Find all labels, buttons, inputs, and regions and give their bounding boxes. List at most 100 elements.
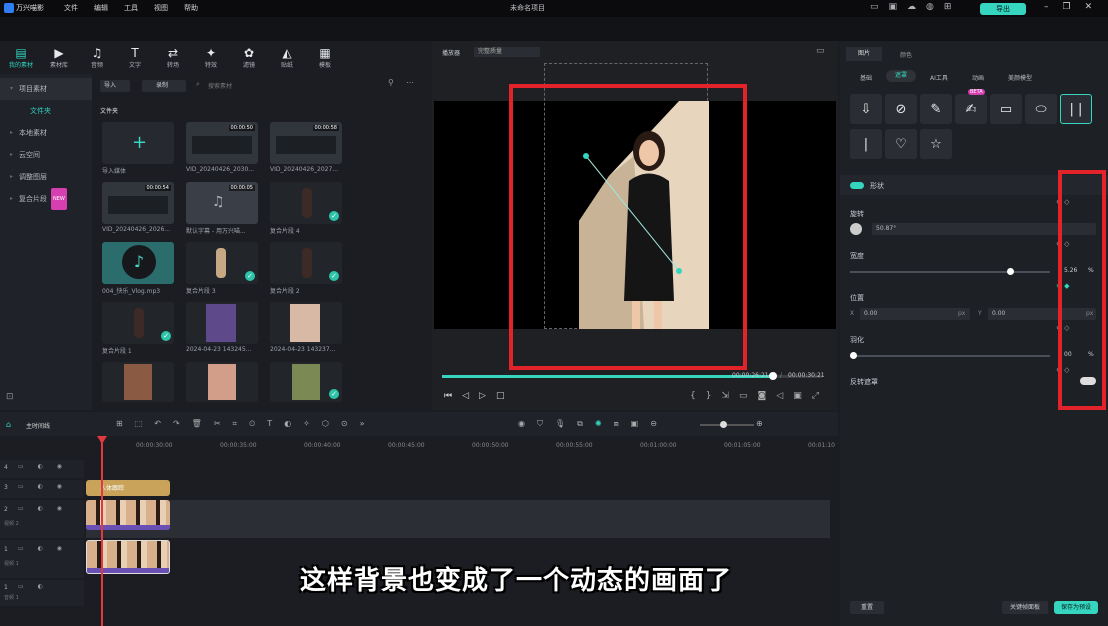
media-item[interactable] [186,362,258,402]
track-controls[interactable]: ▭ ◐ ◉ [18,483,68,490]
filter-icon[interactable]: ⚲ [388,78,394,87]
select-icon[interactable]: ⬚ [135,419,143,429]
stabilize-icon[interactable]: ⊙ [341,419,348,429]
play-icon[interactable]: ▷ [479,391,486,401]
feather-slider-handle[interactable] [850,352,857,359]
ellipse-mask-icon[interactable]: ⬭ [1025,94,1057,124]
media-item[interactable]: ✓ [270,242,342,284]
subtab-mask[interactable]: 遮罩 [886,70,916,82]
toolbar-effects[interactable]: ✦ 特效 [196,46,226,69]
line-mask-icon[interactable]: | | [1060,94,1092,124]
mark-out-icon[interactable]: } [706,391,712,401]
media-item[interactable]: ✓ [186,242,258,284]
export-button[interactable]: 导出 [980,3,1026,15]
subtab-ai[interactable]: AI工具 [930,73,948,82]
toolbar-my-media[interactable]: ▤ 我的素材 [6,46,36,69]
sidebar-item-cloud[interactable]: ▸ 云空间 [0,144,92,166]
search-input[interactable]: 搜索素材 [208,81,232,90]
toolbar-library[interactable]: ▶ 素材库 [44,46,74,69]
star-mask-icon[interactable]: ☆ [920,129,952,159]
step-back-icon[interactable]: ◁ [462,391,469,401]
snapshot-icon[interactable]: ▭ [816,46,825,56]
tab-image[interactable]: 图片 [846,47,882,61]
mask-tool-icon[interactable]: ⬡ [322,419,329,429]
toolbar-transition[interactable]: ⇄ 转场 [158,46,188,69]
mic-icon[interactable]: 🎙 [555,419,565,429]
playhead[interactable] [101,438,103,626]
timeline-ruler[interactable]: 00:00:30:00 00:00:35:00 00:00:40:00 00:0… [84,438,838,456]
main-menu[interactable]: 文件 编辑 工具 视图 帮助 [64,3,214,13]
sidebar-item-folder[interactable]: 文件夹 [0,100,92,122]
toolbar-sticker[interactable]: ◭ 贴纸 [272,46,302,69]
media-item[interactable]: 00:00:58 [270,122,342,164]
save-icon[interactable]: ▣ [889,2,898,12]
tab-color[interactable]: 颜色 [900,50,912,59]
delete-icon[interactable]: 🗑 [192,419,202,429]
record-button[interactable]: 录制 [142,80,186,92]
more-tools-icon[interactable]: » [360,419,365,429]
import-button[interactable]: 导入 [100,80,130,92]
minimize-icon[interactable]: – [1044,2,1049,12]
media-item[interactable]: ✓ [270,182,342,224]
effect-icon[interactable]: ✧ [303,419,310,429]
track-controls[interactable]: ▭ ◐ ◉ [18,505,68,512]
media-item[interactable]: 00:00:54 [102,182,174,224]
media-item[interactable]: ✓ [270,362,342,402]
ai-icon[interactable]: ✺ [595,419,602,429]
rectangle-mask-icon[interactable]: ▭ [990,94,1022,124]
sidebar-item-project-media[interactable]: ▾ 项目素材 [0,78,92,100]
toolbar-audio[interactable]: ♫ 音频 [82,46,112,69]
render-icon[interactable]: ◉ [518,419,525,429]
home-icon[interactable]: ⌂ [6,420,11,429]
width-slider-handle[interactable] [1007,268,1014,275]
fullscreen-icon[interactable]: ⤢ [812,391,819,401]
import-mask-icon[interactable]: ⇩ [850,94,882,124]
folder-add-icon[interactable]: ⊡ [6,392,14,402]
help-icon[interactable]: ◍ [926,2,934,12]
menu-file[interactable]: 文件 [64,3,78,13]
zoom-in-icon[interactable]: ⊕ [756,419,763,428]
save-preset-button[interactable]: 保存为预设 [1054,601,1098,614]
track-controls[interactable]: ▭ ◐ ◉ [18,545,68,552]
marker-icon[interactable]: ⛉ [537,419,543,429]
menu-tools[interactable]: 工具 [124,3,138,13]
menu-view[interactable]: 视图 [154,3,168,13]
sidebar-item-compound[interactable]: ▸ 复合片段 NEW [0,188,92,210]
cut-icon[interactable]: ✂ [214,419,221,429]
track-controls[interactable]: ▭ ◐ [18,583,49,590]
insert-icon[interactable]: ⇲ [721,391,729,401]
stop-icon[interactable]: □ [496,391,505,401]
fit-icon[interactable]: ▣ [793,391,802,401]
video-clip-track1[interactable] [86,540,170,574]
media-item[interactable]: ♪ [102,242,174,284]
media-item[interactable]: 00:00:50 [186,122,258,164]
cloud-icon[interactable]: ☁ [907,2,916,12]
quality-select[interactable]: 完整质量 [474,47,540,57]
text-tool-icon[interactable]: T [267,419,272,429]
toolbar-template[interactable]: ▦ 模板 [310,46,340,69]
maximize-icon[interactable]: ❐ [1063,2,1071,12]
zoom-handle[interactable] [720,421,727,428]
toolbar-filter[interactable]: ✿ 滤镜 [234,46,264,69]
toolbar-text[interactable]: T 文字 [120,46,150,69]
camera-icon[interactable]: ◙ [758,391,767,401]
more-icon[interactable]: ⋯ [406,78,414,87]
mark-in-icon[interactable]: { [690,391,696,401]
feather-slider[interactable] [850,352,1050,359]
track-controls[interactable]: ▭ ◐ ◉ [18,463,68,470]
progress-handle[interactable] [768,372,777,380]
sidebar-item-local[interactable]: ▸ 本地素材 [0,122,92,144]
pen-mask-icon[interactable]: ✎ [920,94,952,124]
crop-icon[interactable]: ⌗ [233,419,238,429]
video-clip-track2[interactable] [86,500,170,530]
media-item[interactable] [102,362,174,402]
monitor-icon[interactable]: ▭ [739,391,748,401]
keyframe-panel-button[interactable]: 关键帧面板 [1002,601,1048,614]
subtab-basic[interactable]: 基础 [860,73,872,82]
no-mask-icon[interactable]: ⊘ [885,94,917,124]
close-icon[interactable]: ✕ [1085,2,1093,12]
monitor-icon[interactable]: ▭ [870,2,879,12]
brush-mask-icon[interactable]: ✍ [955,94,987,124]
text-clip[interactable]: 人体跟踪 [86,480,170,496]
prev-frame-icon[interactable]: ⏮ [444,391,452,401]
